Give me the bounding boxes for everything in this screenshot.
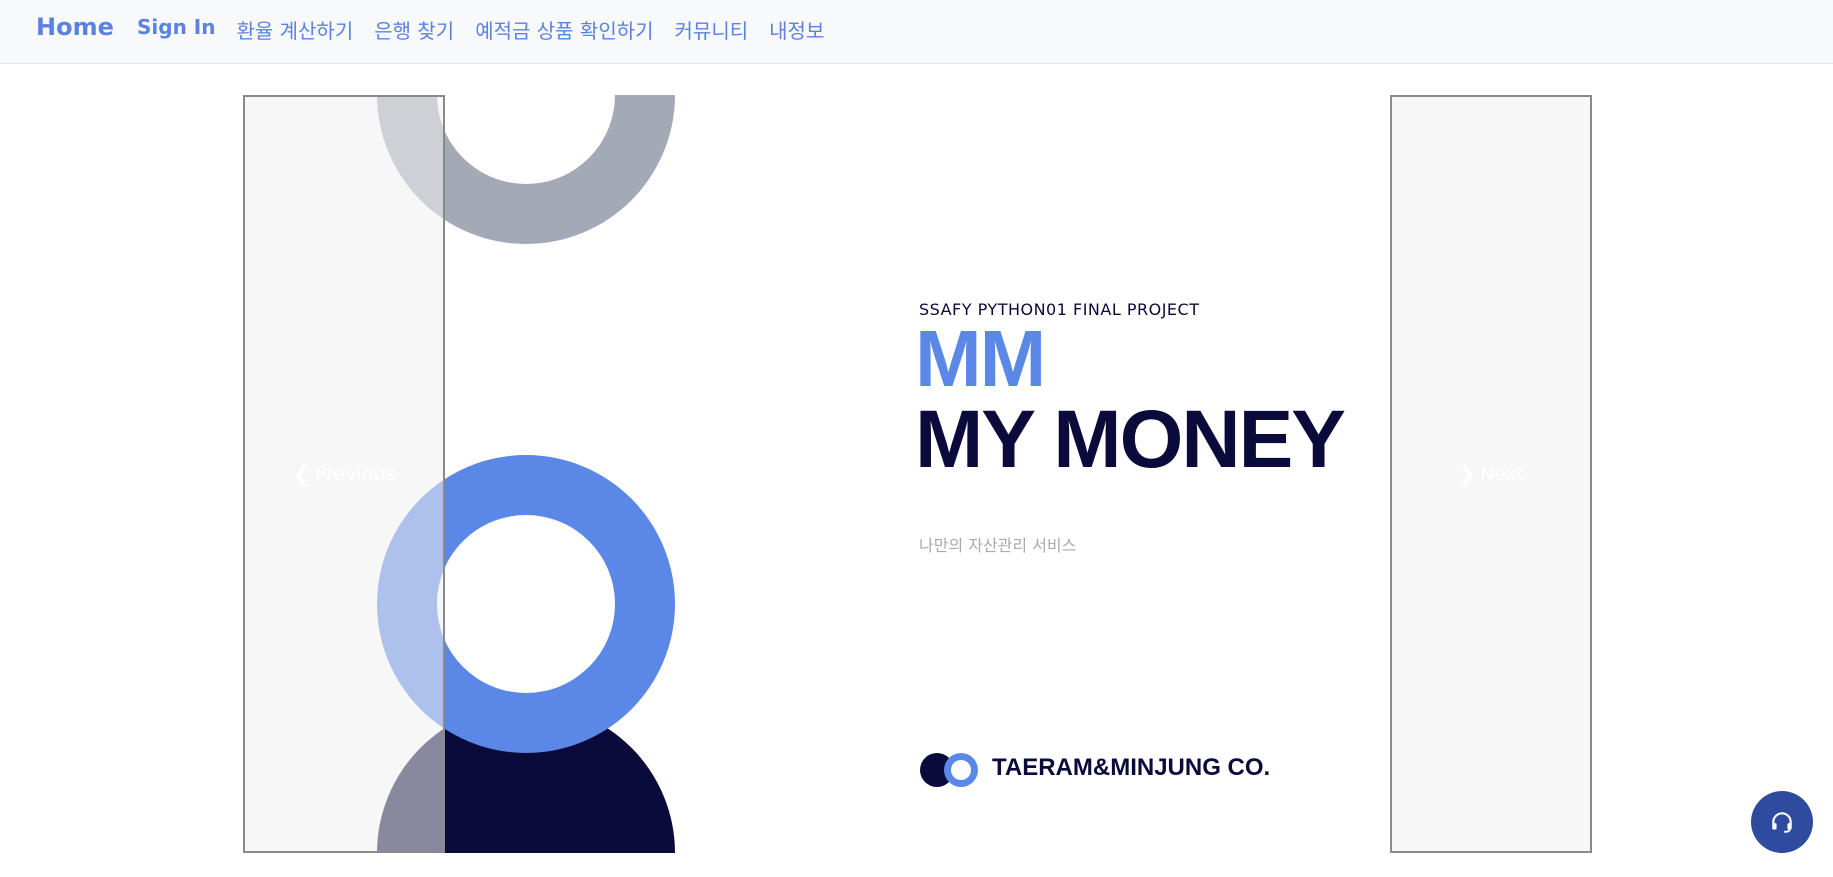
chevron-right-icon: ❯ [1457, 461, 1477, 487]
next-label: Next [1480, 463, 1525, 485]
nav-bank-finder[interactable]: 은행 찾기 [374, 15, 454, 44]
title-full: MY MONEY [915, 394, 1346, 485]
company-logo-icon [920, 753, 978, 787]
nav-exchange-calculator[interactable]: 환율 계산하기 [236, 15, 353, 44]
nav-my-info[interactable]: 내정보 [769, 15, 824, 44]
service-tagline: 나만의 자산관리 서비스 [919, 536, 1077, 555]
chat-support-button[interactable] [1751, 791, 1813, 853]
chevron-left-icon: ❮ [292, 461, 312, 487]
carousel-next-button[interactable]: ❯ Next [1390, 95, 1592, 853]
nav-sign-in[interactable]: Sign In [137, 15, 215, 44]
title-short: MM [915, 314, 1046, 403]
nav-deposit-products[interactable]: 예적금 상품 확인하기 [475, 15, 653, 44]
company-name: TAERAM&MINJUNG CO. [992, 754, 1271, 781]
top-navbar: Home Sign In 환율 계산하기 은행 찾기 예적금 상품 확인하기 커… [0, 0, 1833, 64]
prev-label: Previous [315, 463, 396, 485]
nav-community[interactable]: 커뮤니티 [675, 15, 749, 44]
carousel-prev-button[interactable]: ❮ Previous [243, 95, 445, 853]
nav-links: Sign In 환율 계산하기 은행 찾기 예적금 상품 확인하기 커뮤니티 내… [137, 15, 845, 44]
headset-icon [1772, 812, 1792, 833]
home-link[interactable]: Home [36, 13, 114, 41]
